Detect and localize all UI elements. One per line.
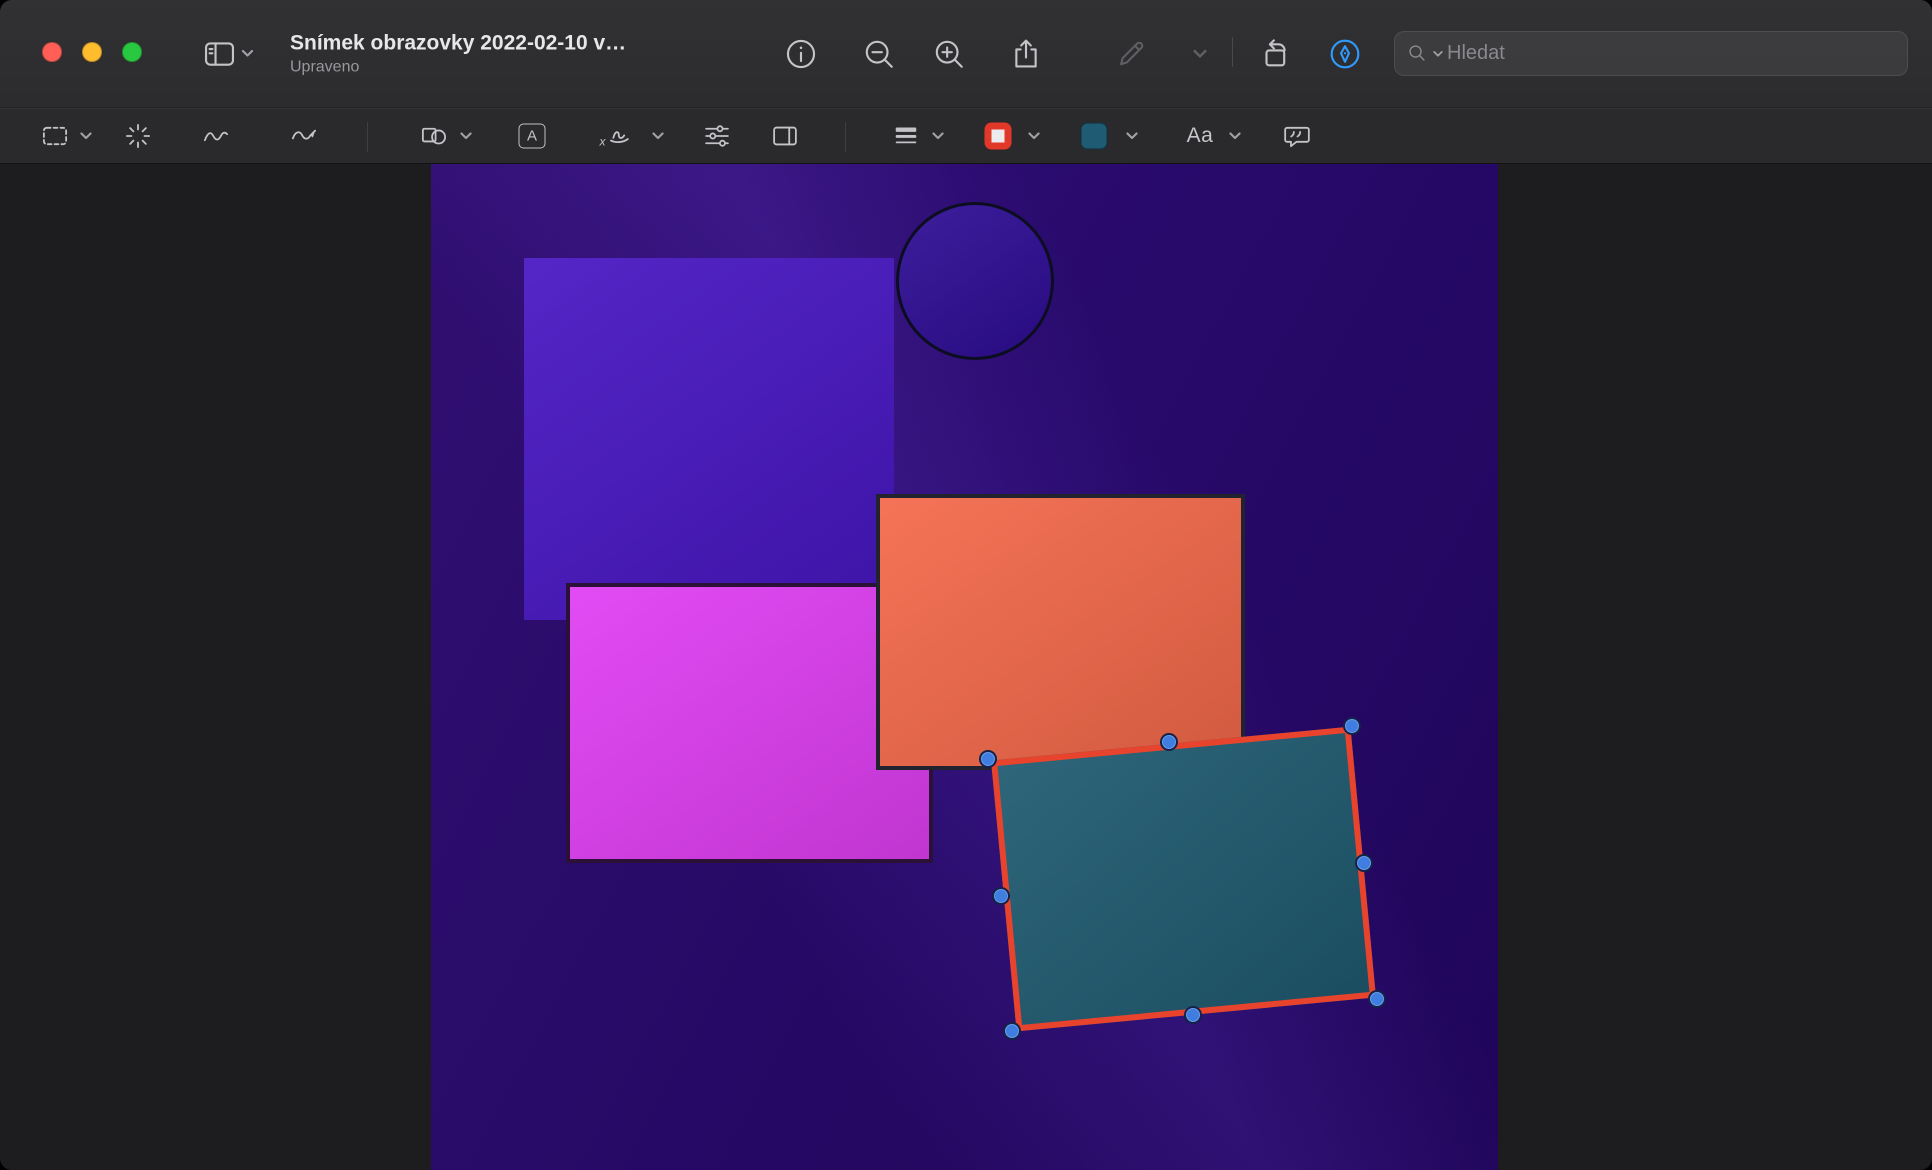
markup-toolbar: A x Aa [0,108,1932,164]
border-color-chevron[interactable] [1028,132,1040,141]
sketch-tool-button[interactable] [202,122,231,151]
sidebar-toggle-button[interactable] [203,37,254,71]
fill-color-swatch [1080,122,1108,150]
annotate-comment-button[interactable] [1283,122,1312,151]
search-field[interactable] [1394,31,1908,76]
sidebar-icon [203,37,237,71]
selection-tool-button[interactable] [41,122,70,151]
circle-shape[interactable] [896,202,1054,360]
border-color-swatch [984,122,1012,150]
handle-left-middle[interactable] [992,887,1010,905]
handle-top-left[interactable] [979,750,997,768]
fill-color-chevron[interactable] [1126,132,1138,141]
text-tool-button[interactable]: A [518,123,546,149]
adjust-color-tool-button[interactable] [703,122,732,151]
handle-right-middle[interactable] [1355,854,1373,872]
border-color-button[interactable] [984,122,1012,150]
fill-color-button[interactable] [1080,122,1108,150]
signature-x-label: x [599,134,606,149]
close-button[interactable] [42,42,62,62]
orange-rectangle-shape[interactable] [876,494,1245,770]
info-button[interactable] [784,37,818,71]
titlebar: Snímek obrazovky 2022-02-10 v… Upraveno [0,0,1932,108]
titlebar-divider [1232,37,1233,67]
search-input[interactable] [1447,42,1895,65]
handle-bottom-middle[interactable] [1184,1006,1202,1024]
line-weight-chevron[interactable] [932,132,944,141]
preview-window: Snímek obrazovky 2022-02-10 v… Upraveno [0,0,1932,1170]
traffic-lights [42,42,142,62]
document-status: Upraveno [290,58,360,75]
markup-toolbar-toggle-button[interactable] [1328,37,1362,71]
signature-tool-chevron[interactable] [652,132,664,141]
search-scope-chevron-icon [1433,45,1443,63]
zoom-button[interactable] [122,42,142,62]
selected-teal-rectangle-shape[interactable] [991,726,1376,1032]
text-tool-label: A [526,127,537,145]
handle-top-right[interactable] [1343,717,1361,735]
screenshot-image[interactable] [431,164,1498,1170]
highlight-pen-chevron[interactable] [1193,49,1207,59]
toolbar-divider [367,122,368,152]
zoom-in-button[interactable] [932,37,966,71]
signature-tool-button[interactable]: x [600,122,635,151]
draw-tool-button[interactable] [290,122,319,151]
shapes-tool-button[interactable] [420,122,449,151]
text-style-label: Aa [1186,124,1214,147]
text-style-chevron[interactable] [1229,132,1241,141]
purple-square-shape[interactable] [524,258,894,620]
handle-bottom-right[interactable] [1368,990,1386,1008]
instant-alpha-tool-button[interactable] [124,122,153,151]
document-title-block: Snímek obrazovky 2022-02-10 v… Upraveno [290,31,626,76]
document-title: Snímek obrazovky 2022-02-10 v… [290,31,627,54]
shapes-tool-chevron[interactable] [460,132,472,141]
search-icon [1407,43,1429,65]
rotate-button[interactable] [1258,37,1292,71]
text-tool-icon: A [518,123,546,149]
share-button[interactable] [1009,37,1043,71]
selection-tool-chevron[interactable] [80,132,92,141]
toolbar-divider [845,122,846,152]
handle-bottom-left[interactable] [1003,1022,1021,1040]
text-style-button[interactable]: Aa [1187,124,1214,148]
chevron-down-icon [241,45,254,63]
minimize-button[interactable] [82,42,102,62]
crop-tool-button[interactable] [771,122,800,151]
zoom-out-button[interactable] [862,37,896,71]
canvas-area [0,164,1932,1170]
line-weight-button[interactable] [892,122,921,151]
handle-top-middle[interactable] [1160,733,1178,751]
highlight-pen-button[interactable] [1114,37,1148,71]
